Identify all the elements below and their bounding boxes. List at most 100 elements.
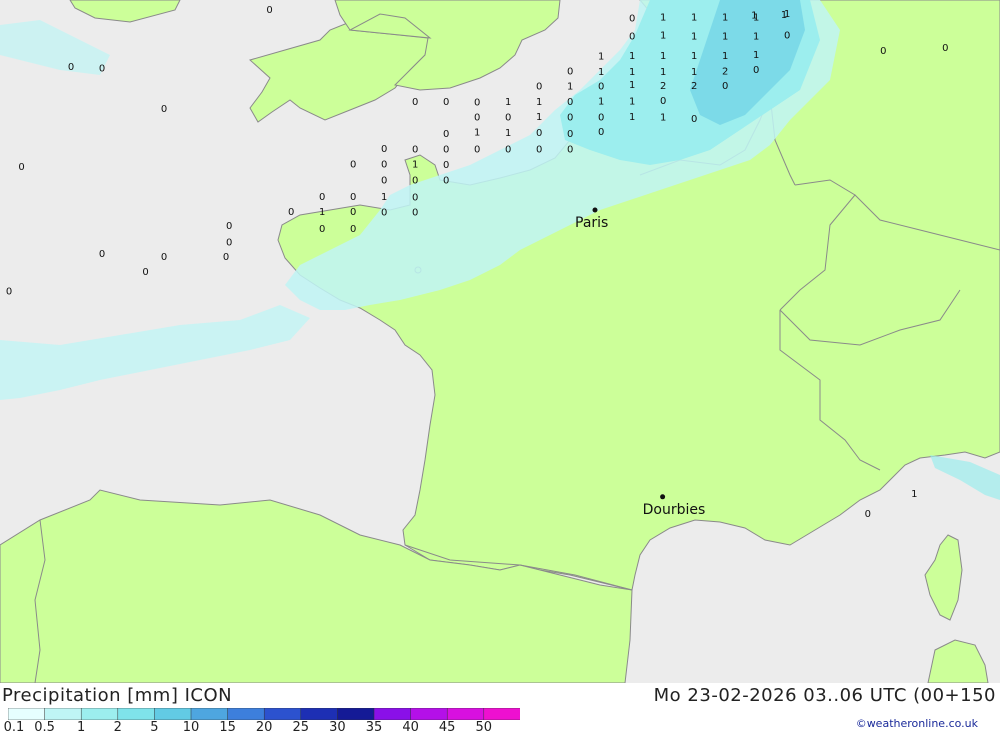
credit-link[interactable]: ©weatheronline.co.uk: [856, 717, 978, 730]
precip-value: 0: [99, 249, 105, 260]
precip-value: 1: [660, 30, 666, 41]
precip-value: 0: [567, 129, 573, 140]
precip-value: 0: [381, 144, 387, 155]
precip-value: 0: [474, 144, 480, 155]
precip-value: 2: [660, 81, 666, 92]
precip-value: 0: [412, 144, 418, 155]
valid-time: Mo 23-02-2026 03..06 UTC (00+150: [653, 685, 996, 706]
precip-legend-bar: [8, 708, 520, 720]
precip-value: 1: [319, 207, 325, 218]
precip-value: 1: [536, 97, 542, 108]
precip-value: 0: [350, 159, 356, 170]
precip-value: 0: [474, 98, 480, 109]
precip-value: 0: [99, 63, 105, 74]
precip-value: 1: [536, 112, 542, 123]
precip-value: 1: [629, 80, 635, 91]
precip-value: 0: [350, 207, 356, 218]
precip-value: 0: [443, 176, 449, 187]
precip-value: 0: [942, 43, 948, 54]
precip-value: 1: [753, 32, 759, 43]
precip-value: 1: [381, 192, 387, 203]
precip-value: 1: [691, 51, 697, 62]
precip-value: 0: [629, 32, 635, 43]
precip-value: 0: [474, 113, 480, 124]
footer: Precipitation [mm] ICON Mo 23-02-2026 03…: [0, 683, 1000, 735]
precip-value: 0: [505, 144, 511, 155]
legend-swatch: [44, 708, 82, 720]
precip-value: 0: [598, 113, 604, 124]
precip-value: 1: [629, 112, 635, 123]
legend-swatch: [410, 708, 448, 720]
precip-value: 1: [691, 32, 697, 43]
precip-value: 1: [660, 12, 666, 23]
precip-value: 0: [443, 160, 449, 171]
precip-value: 2: [722, 66, 728, 77]
precip-value: 0: [505, 113, 511, 124]
precip-value: 0: [443, 97, 449, 108]
city-label: Paris: [575, 215, 608, 231]
legend-swatch: [227, 708, 265, 720]
precip-value: 1: [474, 128, 480, 139]
precip-value: 0: [412, 192, 418, 203]
precip-value: 1: [660, 67, 666, 78]
precip-value: 0: [784, 30, 790, 41]
precip-value: 0: [567, 66, 573, 77]
precip-value: 2: [691, 81, 697, 92]
precip-value: 1: [412, 159, 418, 170]
precip-value: 0: [660, 96, 666, 107]
legend-swatch: [337, 708, 375, 720]
city-dot: [592, 207, 598, 213]
precip-value: 0: [412, 207, 418, 218]
precip-value: 1: [598, 96, 604, 107]
precip-value: 0: [381, 176, 387, 187]
precip-value: 1: [722, 51, 728, 62]
city-dot: [660, 494, 666, 500]
precip-value: 0: [722, 81, 728, 92]
precip-value: 1: [598, 51, 604, 62]
precip-value: 0: [865, 509, 871, 520]
precip-value: 0: [381, 207, 387, 218]
precip-value: 0: [629, 14, 635, 25]
precip-value: 1: [751, 11, 757, 22]
precip-value: 0: [567, 113, 573, 124]
precip-value: 0: [142, 267, 148, 278]
precip-value: 0: [266, 5, 272, 16]
precip-value: 0: [598, 127, 604, 138]
precip-value: 0: [350, 192, 356, 203]
precip-value: 0: [319, 224, 325, 235]
legend-swatch: [300, 708, 339, 720]
precip-value: 0: [753, 65, 759, 76]
precip-value: 0: [536, 128, 542, 139]
precip-value: 1: [660, 113, 666, 124]
map-title: Precipitation [mm] ICON: [2, 685, 233, 706]
legend-swatch: [263, 708, 302, 720]
precip-value: 0: [567, 97, 573, 108]
precip-value: 1: [629, 51, 635, 62]
precip-value: 0: [880, 46, 886, 57]
precip-value: 0: [18, 162, 24, 173]
precip-value: 0: [68, 62, 74, 73]
precip-value: 1: [598, 67, 604, 78]
precip-value: 0: [6, 287, 12, 298]
precip-value: 0: [161, 104, 167, 115]
city-label: Dourbies: [643, 502, 706, 518]
legend-swatch: [483, 708, 520, 720]
precip-value: 0: [226, 237, 232, 248]
precip-value: 0: [691, 114, 697, 125]
legend-swatch: [373, 708, 412, 720]
precip-value: 1: [660, 51, 666, 62]
precip-value: 1: [691, 12, 697, 23]
legend-swatch: [117, 708, 156, 720]
precip-value: 0: [412, 176, 418, 187]
precip-value: 0: [443, 144, 449, 155]
precip-value: 0: [381, 159, 387, 170]
precip-value: 0: [161, 252, 167, 263]
precip-value: 0: [223, 252, 229, 263]
precip-value: 1: [911, 489, 917, 500]
precip-value: 0: [536, 81, 542, 92]
precipitation-map: 0 0 0 1 0 0 0 0 1 1 1 1 1 0 1 1 1 1 0 1 1 1 1 1 1 0 1 1 1 1 2 0 0 1 0 1 2 2 0 0…: [0, 0, 1000, 683]
precip-value: 1: [505, 97, 511, 108]
precip-value: 0: [412, 97, 418, 108]
precip-value: 0: [226, 221, 232, 232]
precip-value: 0: [536, 144, 542, 155]
